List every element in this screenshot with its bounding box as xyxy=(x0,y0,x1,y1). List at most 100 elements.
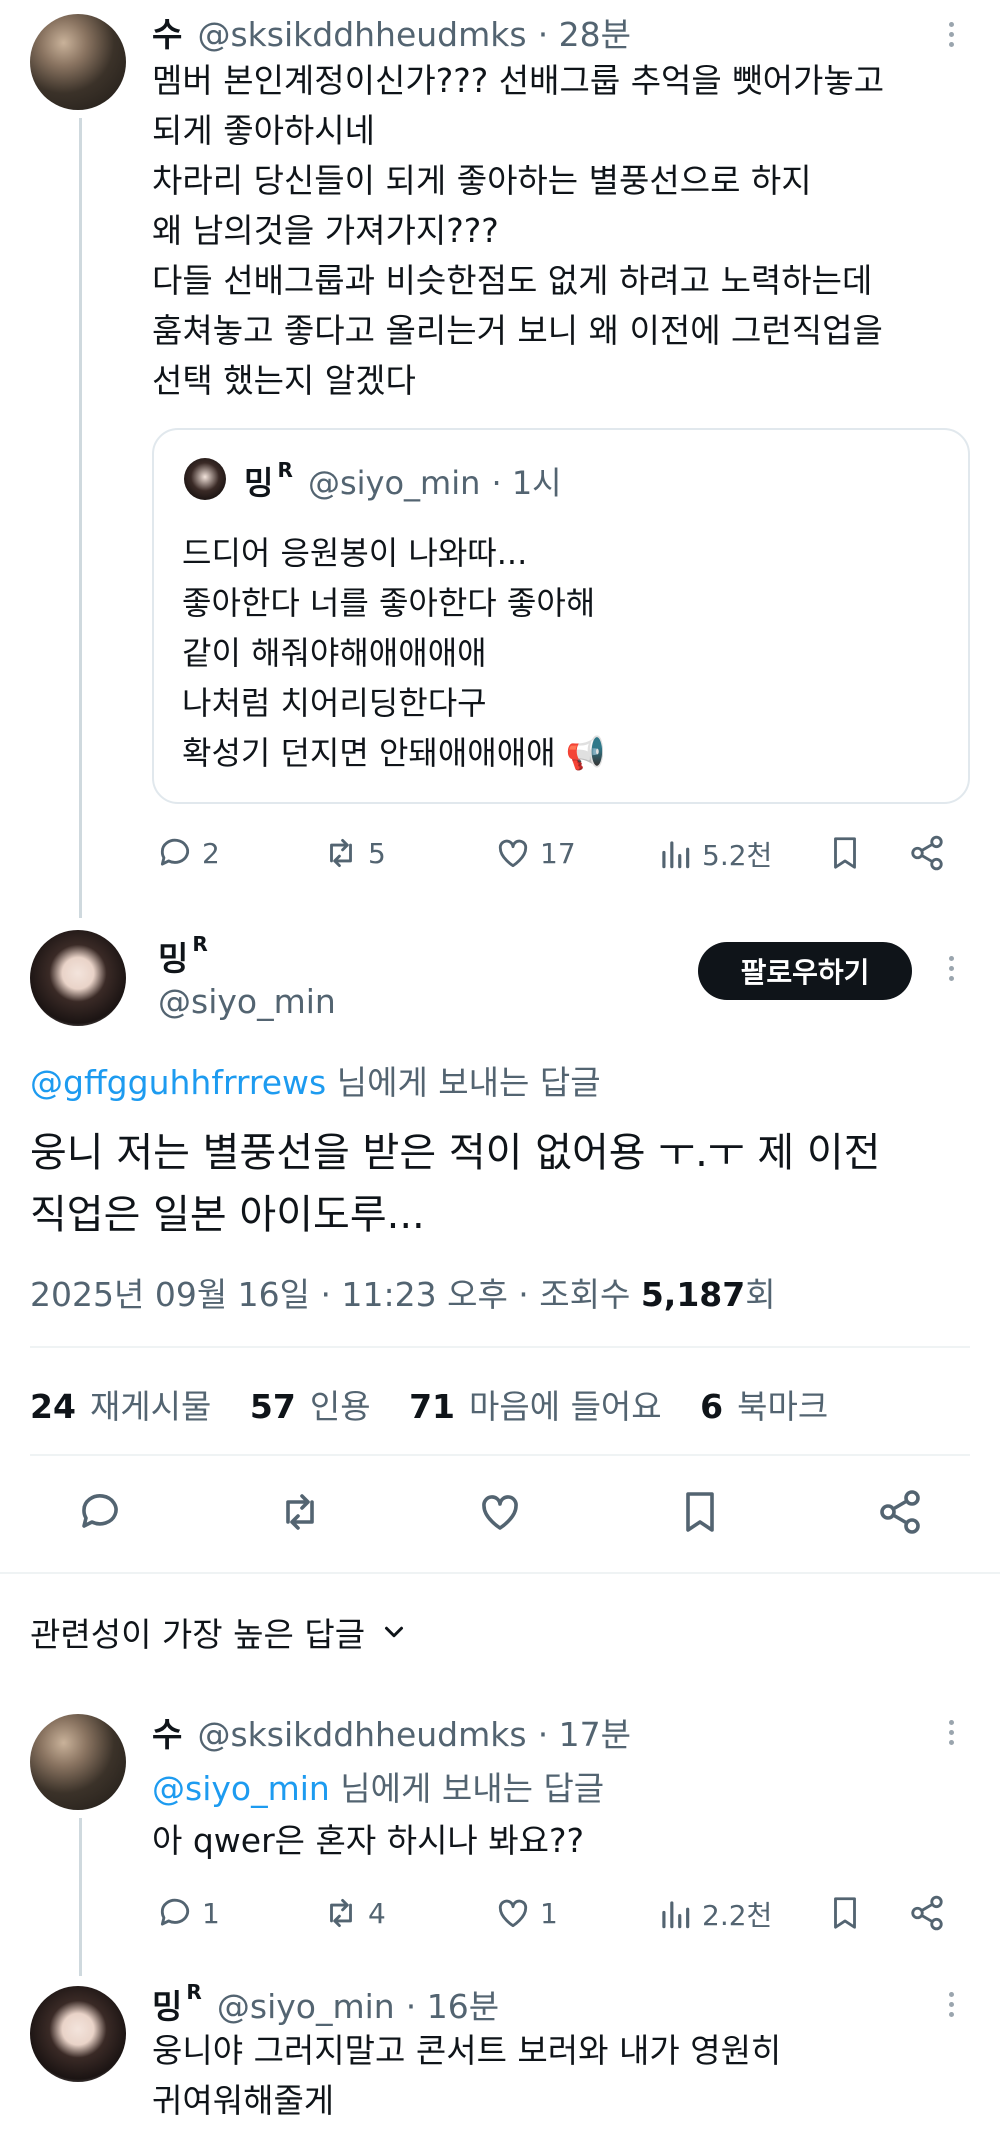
tweet1-time[interactable]: · 28분 xyxy=(538,15,631,54)
tweet1-reply-button[interactable]: 2 xyxy=(156,834,220,872)
reply1-views-count: 2.2천 xyxy=(702,1899,773,1932)
views-icon xyxy=(662,1901,690,1929)
divider xyxy=(30,1454,970,1456)
main-line: 직업은 일본 아이도루... xyxy=(30,1192,425,1238)
stat-number: 6 xyxy=(700,1387,724,1426)
quote-line: 좋아한다 너를 좋아한다 좋아해 xyxy=(182,584,596,622)
reply1-bookmark-button[interactable] xyxy=(826,1894,864,1932)
reply2-handle[interactable]: @siyo_min xyxy=(217,1987,395,2026)
main-handle[interactable]: @siyo_min xyxy=(158,982,336,1021)
tweet1-like-button[interactable]: 17 xyxy=(494,834,576,872)
reply1-reply-to-suffix: 님에게 보내는 답글 xyxy=(329,1769,605,1808)
reply-icon xyxy=(160,838,190,866)
reply-icon xyxy=(160,1898,190,1926)
tweet1-retweet-count: 5 xyxy=(368,836,386,870)
reply2-header: 밍R @siyo_min · 16분 xyxy=(152,1980,499,2028)
share-icon xyxy=(911,1895,943,1931)
stat-label: 인용 xyxy=(309,1387,371,1426)
stat-label: 북마크 xyxy=(737,1387,829,1426)
reply2-name[interactable]: 밍 xyxy=(152,1987,182,2026)
main-name: 밍 xyxy=(158,939,189,978)
bookmark-icon xyxy=(834,837,856,869)
stat-label: 마음에 들어요 xyxy=(469,1387,662,1426)
avatar-sksikddhheudmks[interactable] xyxy=(30,14,126,110)
main-reply-button[interactable] xyxy=(76,1488,124,1536)
share-icon xyxy=(911,835,943,871)
quote-tweet-card[interactable]: 밍R @siyo_min · 1시 드디어 응원봉이 나와따... 좋아한다 너… xyxy=(152,428,970,804)
main-bookmark-button[interactable] xyxy=(676,1488,724,1536)
thread-line xyxy=(79,118,82,918)
reply1-like-count: 1 xyxy=(540,1896,558,1930)
reply1-retweet-button[interactable]: 4 xyxy=(322,1894,386,1932)
tweet1-retweet-button[interactable]: 5 xyxy=(322,834,386,872)
tweet1-share-button[interactable] xyxy=(908,834,946,872)
main-body: 웅니 저는 별풍선을 받은 적이 없어용 ㅜ.ㅜ 제 이전 직업은 일본 아이도… xyxy=(30,1122,970,1246)
tweet1-line: 선택 했는지 알겠다 xyxy=(152,361,416,400)
main-badge: R xyxy=(192,932,208,956)
main-reply-to-handle[interactable]: @gffgguhhfrrrews xyxy=(30,1063,326,1102)
avatar-siyo-min[interactable] xyxy=(30,1986,126,2082)
reply2-time[interactable]: · 16분 xyxy=(406,1987,499,2026)
thread-line xyxy=(79,1818,82,1976)
reply1-reply-to-handle[interactable]: @siyo_min xyxy=(152,1769,330,1808)
tweet1-line: 차라리 당신들이 되게 좋아하는 별풍선으로 하지 xyxy=(152,161,812,200)
retweet-icon xyxy=(330,1898,352,1928)
reply-sort-label: 관련성이 가장 높은 답글 xyxy=(30,1615,366,1654)
main-author-name[interactable]: 밍R xyxy=(158,932,208,980)
main-meta-views: 5,187 xyxy=(640,1275,746,1314)
reply1-body: 아 qwer은 혼자 하시나 봐요?? xyxy=(152,1821,585,1860)
avatar-sksikddhheudmks[interactable] xyxy=(30,1714,126,1810)
quote-line: 나처럼 치어리딩한다구 xyxy=(182,684,487,722)
avatar-siyo-min[interactable] xyxy=(30,930,126,1026)
tweet1-line: 멤버 본인계정이신가??? 선배그룹 추억을 뺏어가놓고 xyxy=(152,61,885,100)
quote-badge: R xyxy=(277,458,293,482)
main-retweet-button[interactable] xyxy=(276,1488,324,1536)
reply1-context: @siyo_min 님에게 보내는 답글 xyxy=(152,1762,604,1810)
main-reply-context: @gffgguhhfrrrews 님에게 보내는 답글 xyxy=(30,1056,601,1104)
quote-line: 확성기 던지면 안돼애애애애 📢 xyxy=(182,734,606,772)
tweet1-reply-count: 2 xyxy=(202,836,220,870)
reply1-share-button[interactable] xyxy=(908,1894,946,1932)
reply1-more-icon[interactable] xyxy=(946,1720,956,1750)
main-like-button[interactable] xyxy=(476,1488,524,1536)
main-share-button[interactable] xyxy=(876,1488,924,1536)
divider xyxy=(30,1346,970,1348)
bookmark-icon xyxy=(686,1492,714,1532)
tweet1-bookmark-button[interactable] xyxy=(826,834,864,872)
main-stats: 24 재게시물 57 인용 71 마음에 들어요 6 북마크 xyxy=(30,1380,828,1428)
bookmark-icon xyxy=(834,1897,856,1929)
follow-button[interactable]: 팔로우하기 xyxy=(698,942,912,1000)
reply-icon xyxy=(82,1494,118,1528)
reply2-line: 웅니야 그러지말고 콘서트 보러와 내가 영원히 xyxy=(152,2031,782,2070)
reply1-reply-button[interactable]: 1 xyxy=(156,1894,220,1932)
heart-icon xyxy=(498,839,528,868)
reply1-handle[interactable]: @sksikddhheudmks xyxy=(197,1715,526,1754)
stat-likes[interactable]: 71 마음에 들어요 xyxy=(409,1387,662,1426)
reply-sort-selector[interactable]: 관련성이 가장 높은 답글 xyxy=(30,1608,409,1656)
quote-name: 밍 xyxy=(244,464,274,502)
tweet1-more-icon[interactable] xyxy=(946,22,956,52)
main-reply-to-suffix: 님에게 보내는 답글 xyxy=(326,1063,601,1102)
section-divider xyxy=(0,1572,1000,1574)
tweet1-body: 멤버 본인계정이신가??? 선배그룹 추억을 뺏어가놓고 되게 좋아하시네 차라… xyxy=(152,56,972,406)
reply1-like-button[interactable]: 1 xyxy=(494,1894,558,1932)
stat-reposts[interactable]: 24 재게시물 xyxy=(30,1387,211,1426)
tweet1-like-count: 17 xyxy=(540,836,576,870)
main-more-icon[interactable] xyxy=(946,956,956,986)
reply1-views-button[interactable]: 2.2천 xyxy=(656,1894,772,1934)
quote-avatar xyxy=(184,458,226,500)
stat-quotes[interactable]: 57 인용 xyxy=(250,1387,371,1426)
tweet1-handle[interactable]: @sksikddhheudmks xyxy=(197,15,526,54)
tweet1-header: 수 @sksikddhheudmks · 28분 xyxy=(152,8,631,56)
heart-icon xyxy=(482,1495,518,1530)
reply1-time[interactable]: · 17분 xyxy=(538,1715,631,1754)
stat-number: 71 xyxy=(409,1387,455,1426)
reply1-name[interactable]: 수 xyxy=(152,1715,182,1754)
stat-bookmarks[interactable]: 6 북마크 xyxy=(700,1387,828,1426)
reply1-header: 수 @sksikddhheudmks · 17분 xyxy=(152,1708,631,1756)
main-line: 웅니 저는 별풍선을 받은 적이 없어용 ㅜ.ㅜ 제 이전 xyxy=(30,1130,881,1176)
reply2-more-icon[interactable] xyxy=(946,1992,956,2022)
retweet-icon xyxy=(330,838,352,868)
tweet1-name[interactable]: 수 xyxy=(152,15,182,54)
tweet1-views-button[interactable]: 5.2천 xyxy=(656,834,772,874)
